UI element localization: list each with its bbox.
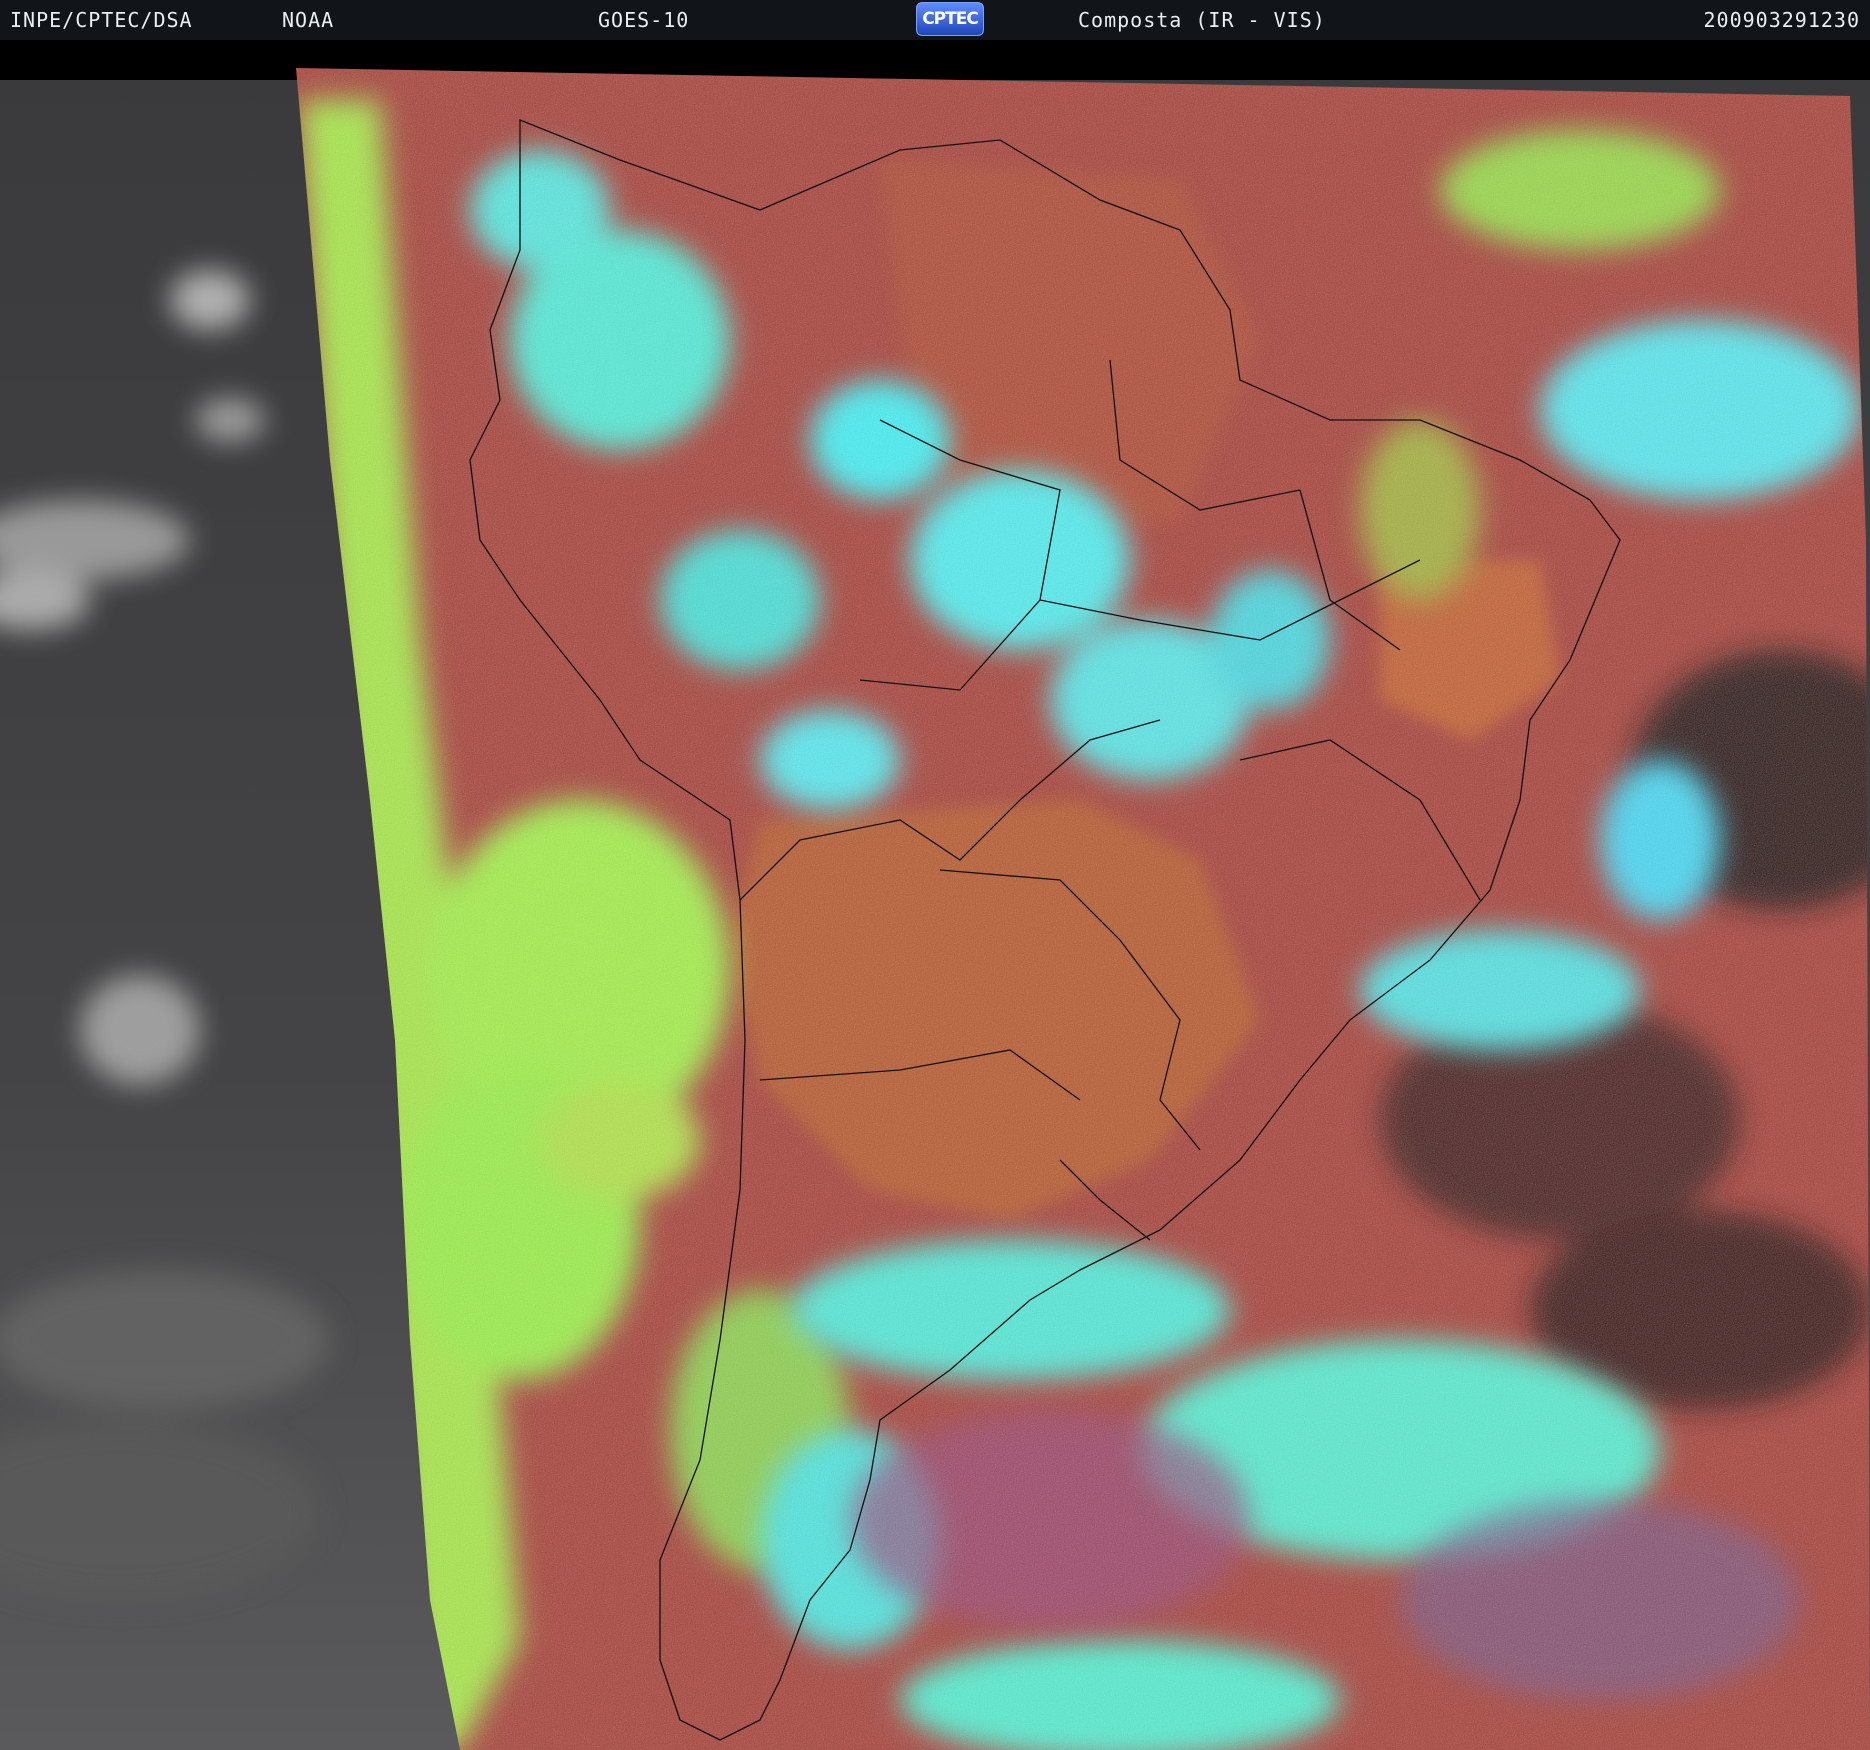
cptec-logo: CPTEC [916, 2, 984, 36]
source-label: INPE/CPTEC/DSA [10, 8, 193, 32]
product-label: Composta (IR - VIS) [1078, 8, 1326, 32]
agency-label: NOAA [282, 8, 335, 32]
timestamp-label: 200903291230 [1703, 8, 1860, 32]
satellite-composite-image [0, 40, 1870, 1750]
satellite-label: GOES-10 [598, 8, 690, 32]
image-header-bar: INPE/CPTEC/DSA NOAA GOES-10 CPTEC Compos… [0, 0, 1870, 40]
